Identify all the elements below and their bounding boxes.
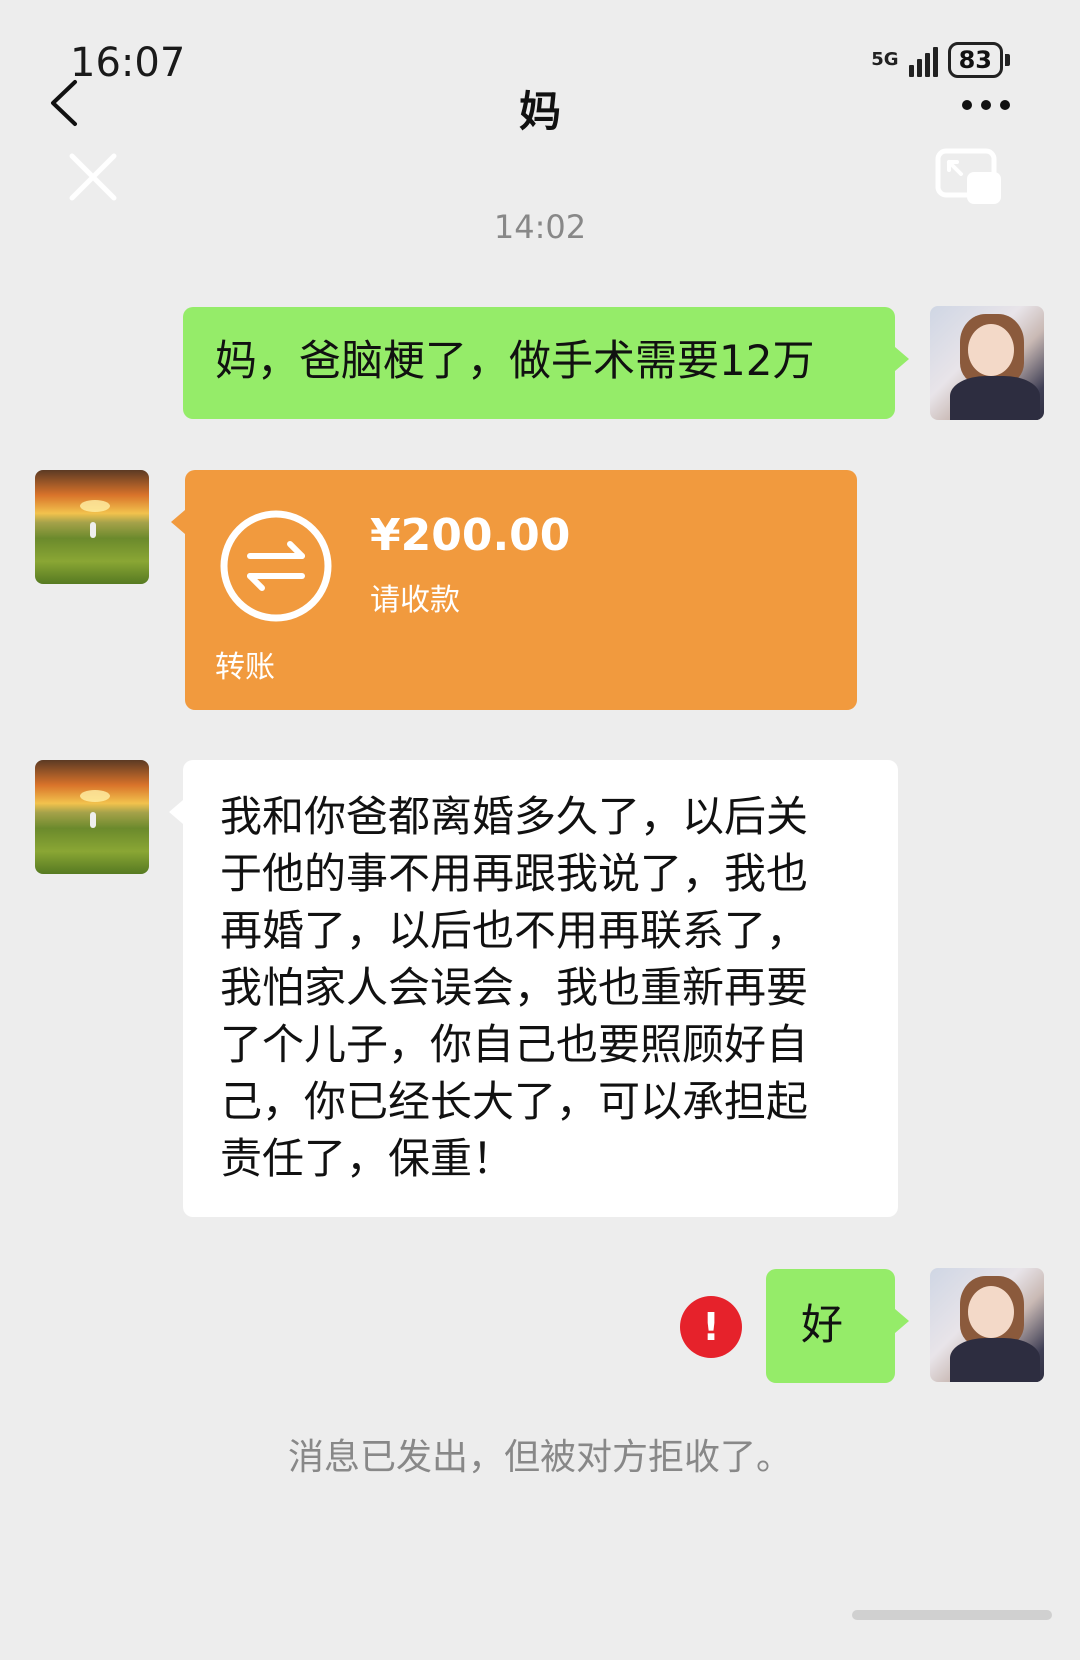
system-notice: 消息已发出，但被对方拒收了。 <box>287 1437 792 1478</box>
message-line: 我怕家人会误会，我也重新再要 <box>220 963 809 1012</box>
signal-icon <box>908 43 938 77</box>
message-bubble-outgoing[interactable]: 好 <box>766 1269 909 1383</box>
floating-window-icon <box>935 148 1001 204</box>
chat-timestamp: 14:02 <box>493 208 587 246</box>
battery-icon: 83 <box>947 42 1010 78</box>
avatar-mom[interactable] <box>35 760 149 874</box>
message-line: 于他的事不用再跟我说了，我也 <box>220 849 809 898</box>
transfer-label: 转账 <box>215 650 275 685</box>
message-line: 我和你爸都离婚多久了，以后关 <box>220 792 809 841</box>
close-icon <box>69 153 117 201</box>
message-line: 己，你已经长大了，可以承担起 <box>220 1077 809 1126</box>
status-icons: 5G 83 <box>871 42 1010 78</box>
home-indicator[interactable] <box>852 1610 1052 1620</box>
more-button[interactable] <box>962 100 1010 110</box>
network-type: 5G <box>871 49 899 70</box>
message-line: 再婚了，以后也不用再联系了， <box>220 906 809 955</box>
floating-window-button[interactable] <box>935 148 1005 208</box>
message-text: 好 <box>801 1300 844 1349</box>
battery-level: 83 <box>947 42 1003 78</box>
message-bubble-incoming[interactable]: 我和你爸都离婚多久了，以后关 于他的事不用再跟我说了，我也 再婚了，以后也不用再… <box>169 760 898 1217</box>
close-button[interactable] <box>68 152 118 202</box>
chat-title: 妈 <box>518 87 561 136</box>
message-text: 妈，爸脑梗了，做手术需要12万 <box>215 336 815 385</box>
avatar-me[interactable] <box>930 306 1044 420</box>
transfer-amount: ¥200.00 <box>370 510 571 561</box>
transfer-status: 请收款 <box>370 583 460 618</box>
message-bubble-outgoing[interactable]: 妈，爸脑梗了，做手术需要12万 <box>183 307 909 419</box>
message-line: 了个儿子，你自己也要照顾好自 <box>220 1020 809 1069</box>
avatar-me[interactable] <box>930 1268 1044 1382</box>
avatar-mom[interactable] <box>35 470 149 584</box>
message-line: 责任了，保重！ <box>220 1134 515 1183</box>
send-failed-icon[interactable]: ! <box>680 1296 742 1358</box>
transfer-card[interactable]: ¥200.00 请收款 转账 <box>171 470 857 710</box>
transfer-icon <box>220 510 332 622</box>
